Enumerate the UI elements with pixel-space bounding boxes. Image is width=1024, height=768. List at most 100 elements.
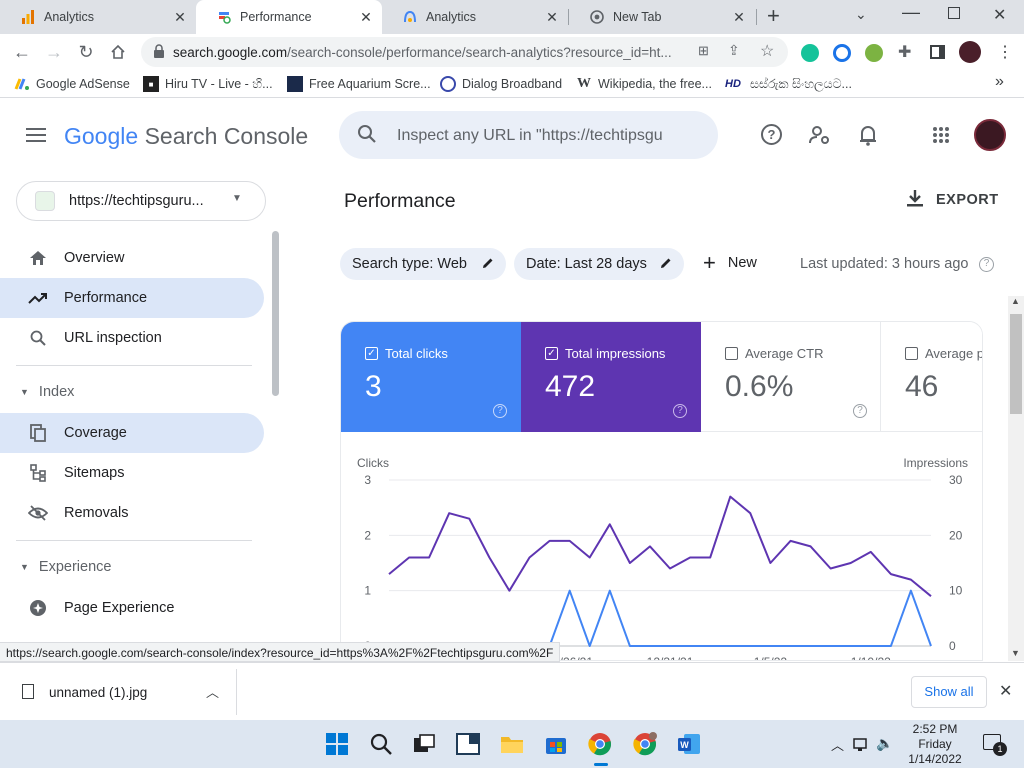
- chevron-up-icon[interactable]: ︿: [206, 682, 219, 701]
- browser-menu-icon[interactable]: ⋮: [997, 42, 1013, 62]
- nav-label: Overview: [64, 250, 125, 266]
- widgets-icon[interactable]: [456, 732, 480, 756]
- file-explorer-icon[interactable]: [500, 732, 524, 756]
- home-icon[interactable]: [106, 40, 130, 64]
- checkbox-unchecked-icon[interactable]: [725, 347, 738, 360]
- bookmark-star-icon[interactable]: ☆: [760, 41, 774, 61]
- volume-icon[interactable]: 🔈: [876, 735, 893, 752]
- profile-avatar[interactable]: [959, 41, 981, 63]
- notifications-bell-icon[interactable]: [858, 123, 878, 152]
- search-icon[interactable]: [369, 732, 393, 756]
- lock-icon[interactable]: [153, 44, 165, 63]
- back-icon[interactable]: ←: [10, 40, 34, 64]
- date-filter[interactable]: Date: Last 28 days: [514, 248, 684, 280]
- nav-removals[interactable]: Removals: [0, 493, 264, 533]
- bookmark-adsense[interactable]: Google AdSense: [14, 76, 130, 92]
- close-icon[interactable]: ✕: [999, 681, 1012, 701]
- scroll-down-arrow-icon[interactable]: ▼: [1011, 648, 1020, 658]
- bookmarks-overflow[interactable]: »: [995, 73, 1004, 91]
- bookmark-aquarium[interactable]: Free Aquarium Scre...: [287, 76, 431, 92]
- tab-analytics-2[interactable]: Analytics ✕: [382, 0, 568, 34]
- main-scrollbar[interactable]: ▲ ▼: [1008, 296, 1024, 661]
- address-bar[interactable]: search.google.com/search-console/perform…: [141, 37, 788, 67]
- tab-performance[interactable]: Performance ✕: [196, 0, 382, 34]
- url-text[interactable]: search.google.com/search-console/perform…: [173, 45, 672, 60]
- help-icon[interactable]: ?: [853, 404, 867, 418]
- network-icon[interactable]: [853, 736, 871, 757]
- microsoft-store-icon[interactable]: [544, 732, 568, 756]
- account-settings-icon[interactable]: [808, 123, 832, 152]
- help-icon[interactable]: ?: [493, 404, 507, 418]
- section-index[interactable]: ▼ Index: [20, 384, 74, 400]
- metric-total-clicks[interactable]: ✓ Total clicks 3 ?: [341, 322, 521, 432]
- export-label: EXPORT: [936, 192, 999, 208]
- new-filter-button[interactable]: + New: [703, 252, 757, 274]
- bookmark-wikipedia[interactable]: W Wikipedia, the free...: [576, 76, 712, 92]
- help-icon[interactable]: ?: [673, 404, 687, 418]
- grammarly-icon[interactable]: [801, 44, 819, 62]
- help-icon[interactable]: ?: [761, 124, 782, 145]
- restore-icon[interactable]: [948, 7, 960, 19]
- show-all-button[interactable]: Show all: [911, 676, 987, 708]
- chrome-taskbar-icon[interactable]: [588, 732, 612, 756]
- download-filename[interactable]: unnamed (1).jpg: [49, 685, 147, 700]
- bookmark-hd[interactable]: HD සස්රුක සිංහලයට...: [722, 76, 852, 92]
- nav-url-inspection[interactable]: URL inspection: [0, 318, 264, 358]
- nav-performance[interactable]: Performance: [0, 278, 264, 318]
- metric-average-ctr[interactable]: Average CTR 0.6% ?: [701, 322, 881, 432]
- apps-grid-icon[interactable]: [932, 126, 950, 149]
- translate-icon[interactable]: ⊞: [698, 43, 709, 59]
- bookmark-hiru[interactable]: ■ Hiru TV - Live - හි...: [143, 76, 273, 92]
- chrome-profile-taskbar-icon[interactable]: [633, 732, 657, 756]
- minimize-icon[interactable]: —: [902, 2, 920, 23]
- hamburger-menu-icon[interactable]: [26, 127, 46, 148]
- scroll-up-arrow-icon[interactable]: ▲: [1011, 296, 1020, 306]
- tab-new-tab[interactable]: New Tab ✕: [569, 0, 755, 34]
- tab-search-icon[interactable]: ⌄: [855, 6, 867, 23]
- sidebar-scrollbar[interactable]: [272, 231, 279, 396]
- export-button[interactable]: EXPORT: [906, 189, 999, 211]
- nav-label: Sitemaps: [64, 465, 125, 481]
- extension-green-icon[interactable]: [865, 44, 883, 62]
- url-inspect-search[interactable]: Inspect any URL in "https://techtipsgu: [339, 111, 718, 159]
- scroll-thumb[interactable]: [1010, 314, 1022, 414]
- metric-total-impressions[interactable]: ✓ Total impressions 472 ?: [521, 322, 701, 432]
- checkbox-checked-icon[interactable]: ✓: [365, 347, 378, 360]
- extensions-puzzle-icon[interactable]: ✚: [898, 42, 911, 62]
- close-window-icon[interactable]: ✕: [993, 5, 1006, 25]
- home-icon: [28, 248, 48, 268]
- extension-circle-icon[interactable]: [833, 44, 851, 62]
- show-hidden-icons-chevron[interactable]: ︿: [831, 735, 844, 754]
- close-tab-icon[interactable]: ✕: [172, 9, 188, 25]
- gsc-logo[interactable]: Google Search Console: [64, 123, 308, 150]
- help-icon[interactable]: ?: [979, 257, 994, 272]
- bookmark-dialog[interactable]: Dialog Broadband: [440, 76, 562, 92]
- metric-average-position[interactable]: Average po 46: [881, 322, 982, 432]
- nav-page-experience[interactable]: Page Experience: [0, 588, 264, 628]
- close-tab-icon[interactable]: ✕: [731, 9, 747, 25]
- nav-coverage[interactable]: Coverage: [0, 413, 264, 453]
- search-type-filter[interactable]: Search type: Web: [340, 248, 506, 280]
- section-experience[interactable]: ▼ Experience: [20, 559, 111, 575]
- clock[interactable]: 2:52 PM Friday 1/14/2022: [900, 720, 970, 768]
- nav-overview[interactable]: Overview: [0, 238, 264, 278]
- main-content: Performance EXPORT Search type: Web Date…: [280, 171, 1024, 661]
- windows-start-icon[interactable]: [325, 732, 349, 756]
- tab-analytics-1[interactable]: Analytics ✕: [0, 0, 196, 34]
- checkbox-unchecked-icon[interactable]: [905, 347, 918, 360]
- search-input[interactable]: Inspect any URL in "https://techtipsgu: [397, 127, 663, 145]
- account-avatar[interactable]: [974, 119, 1006, 151]
- new-tab-button[interactable]: +: [767, 5, 780, 27]
- forward-icon[interactable]: →: [42, 40, 66, 64]
- side-panel-icon[interactable]: [930, 45, 945, 59]
- task-view-icon[interactable]: [412, 732, 436, 756]
- close-tab-icon[interactable]: ✕: [544, 9, 560, 25]
- bookmark-label: Free Aquarium Scre...: [309, 77, 431, 91]
- nav-sitemaps[interactable]: Sitemaps: [0, 453, 264, 493]
- share-icon[interactable]: ⇪: [728, 42, 740, 59]
- reload-icon[interactable]: ↻: [74, 40, 98, 64]
- property-selector[interactable]: https://techtipsguru... ▼: [16, 181, 266, 221]
- checkbox-checked-icon[interactable]: ✓: [545, 347, 558, 360]
- word-icon[interactable]: W: [677, 732, 701, 756]
- close-tab-icon[interactable]: ✕: [358, 9, 374, 25]
